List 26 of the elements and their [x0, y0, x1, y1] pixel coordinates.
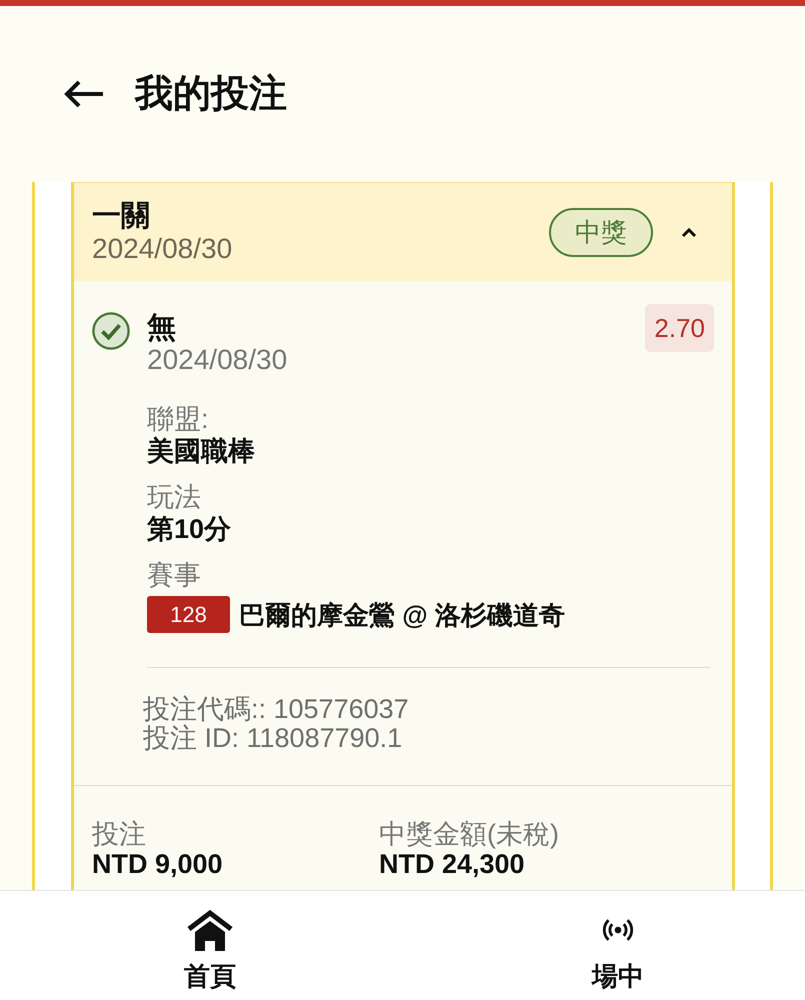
caret-icon[interactable] [681, 226, 697, 238]
selection-date: 2024/08/30 [147, 345, 288, 375]
detail-label: 賽事 [147, 560, 202, 590]
detail-label: 玩法 [147, 482, 202, 512]
detail-value: 第10分 [147, 513, 232, 546]
event-name: 巴爾的摩金鶯 @ 洛杉磯道奇 [239, 598, 565, 632]
bet-date: 2024/08/30 [92, 233, 234, 264]
detail-label: 聯盟: [147, 404, 210, 434]
summary-value: NTD 9,000 [92, 849, 224, 879]
home-nav-button[interactable]: 首頁 [162, 891, 258, 993]
odds-badge: 2.70 [645, 304, 714, 352]
back-arrow-icon[interactable] [62, 79, 104, 109]
bet-reference-text: 投注代碼:: 105776037 [143, 695, 410, 724]
bet-card-header[interactable]: 一關 2024/08/30 中獎 [74, 183, 732, 281]
event-number-badge: 128 [147, 596, 230, 633]
bet-type-title: 一關 [92, 200, 151, 233]
detail-value: 美國職棒 [147, 435, 256, 468]
house-icon [186, 909, 234, 951]
page-title: 我的投注 [135, 72, 287, 116]
summary-value: NTD 24,300 [379, 849, 526, 879]
selection-name: 無 [147, 311, 177, 345]
status-badge: 中獎 [549, 208, 653, 256]
live-nav-button[interactable]: 場中 [570, 891, 666, 993]
summary-label: 中獎金額(未稅) [379, 820, 560, 849]
summary-label: 投注 [92, 820, 147, 849]
bet-reference-text: 投注 ID: 118087790.1 [143, 724, 404, 753]
